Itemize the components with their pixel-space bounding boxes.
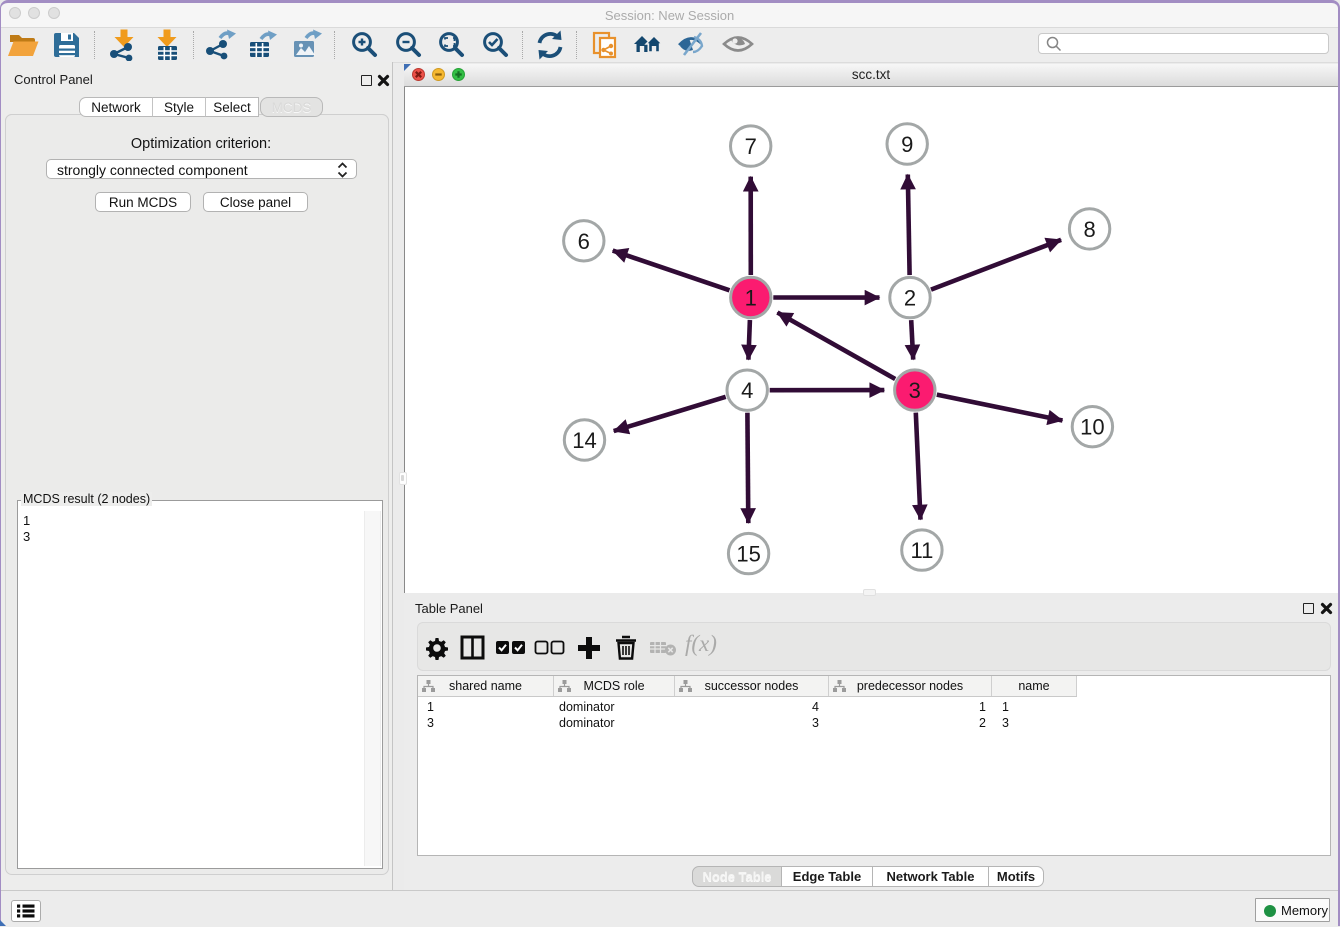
svg-text:1: 1 [745, 286, 757, 311]
svg-text:4: 4 [741, 378, 753, 403]
svg-text:8: 8 [1083, 217, 1095, 242]
svg-text:9: 9 [901, 132, 913, 157]
svg-text:6: 6 [578, 229, 590, 254]
svg-text:11: 11 [910, 538, 933, 563]
svg-text:3: 3 [909, 378, 921, 403]
svg-text:2: 2 [904, 286, 916, 311]
svg-text:10: 10 [1080, 415, 1104, 440]
svg-text:15: 15 [736, 542, 760, 567]
svg-text:7: 7 [745, 134, 757, 159]
svg-text:14: 14 [572, 428, 596, 453]
